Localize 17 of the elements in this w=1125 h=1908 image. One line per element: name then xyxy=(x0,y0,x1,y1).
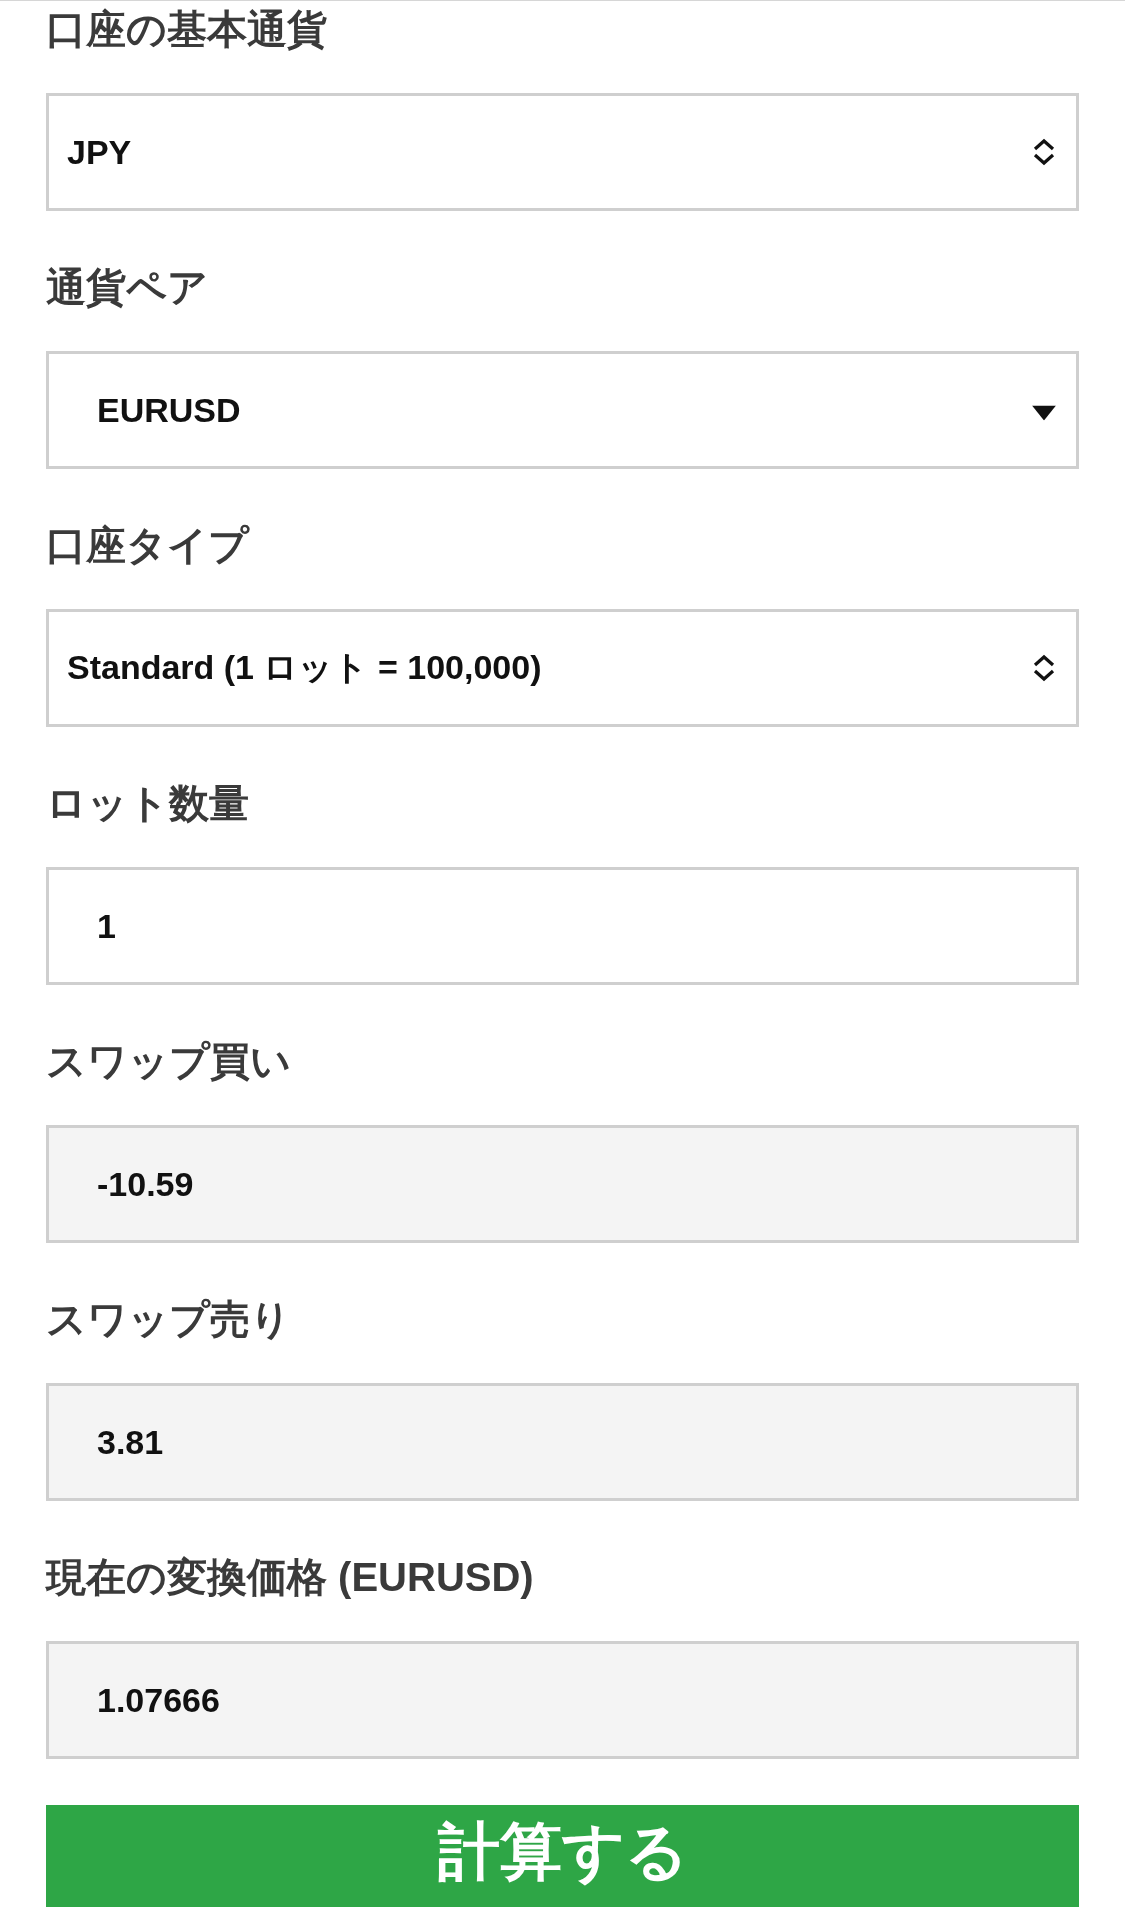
field-label: 口座の基本通貨 xyxy=(46,9,328,49)
readonly-field: 3.81 xyxy=(46,1383,1079,1501)
field-label: 通貨ペア xyxy=(46,267,209,307)
field-label: スワップ売り xyxy=(46,1299,292,1339)
readonly-field: -10.59 xyxy=(46,1125,1079,1243)
dropdown-triangle-icon xyxy=(1032,405,1056,421)
field-label: スワップ買い xyxy=(46,1041,292,1081)
field-label: 口座タイプ xyxy=(46,525,251,565)
input-field[interactable]: 1 xyxy=(46,867,1079,985)
readonly-field: 1.07666 xyxy=(46,1641,1079,1759)
dropdown-field[interactable]: EURUSD xyxy=(46,351,1079,469)
field-label: ロット数量 xyxy=(46,783,250,823)
field-label: 現在の変換価格 (EURUSD) xyxy=(46,1557,535,1597)
up-down-chevron-icon xyxy=(1032,654,1056,682)
select-field[interactable]: Standard (1 ロット = 100,000) xyxy=(46,609,1079,727)
select-field[interactable]: JPY xyxy=(46,93,1079,211)
up-down-chevron-icon xyxy=(1032,138,1056,166)
